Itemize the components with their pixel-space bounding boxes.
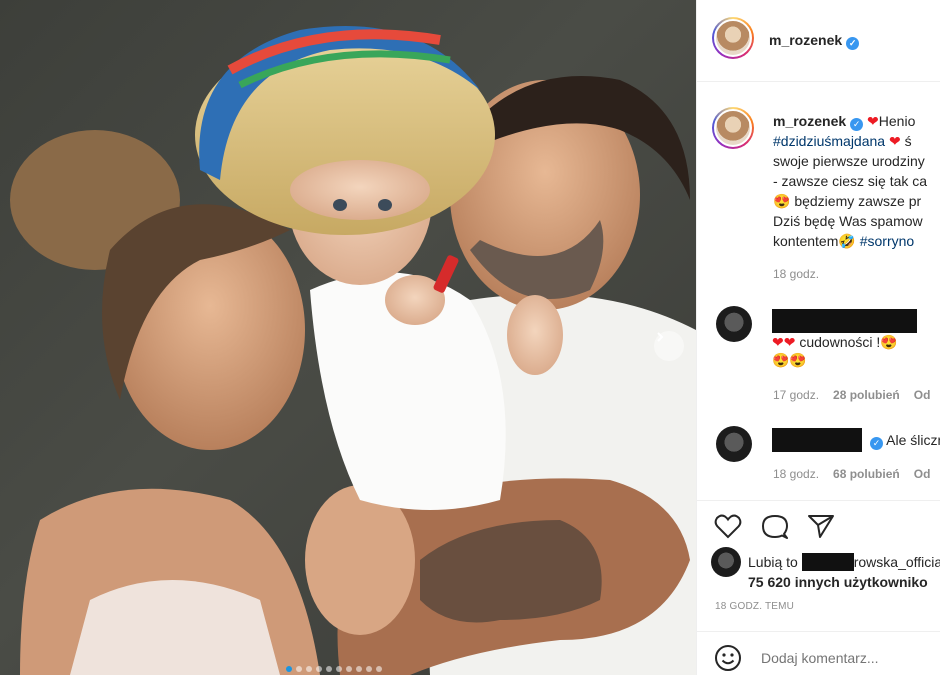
comment-meta: 18 godz. 68 polubień Od <box>773 467 930 481</box>
photo-illustration <box>10 26 696 675</box>
header-divider <box>697 81 940 82</box>
redacted-username <box>772 309 917 333</box>
carousel-dot <box>306 666 312 672</box>
post-caption: m_rozenek ✓ ❤Henio #dzidziuśmajdana ❤ ś s… <box>773 111 940 251</box>
liker-avatar[interactable] <box>711 547 741 577</box>
carousel-dot <box>326 666 332 672</box>
comment-emojis: 😍😍 <box>772 352 807 368</box>
heart-outline-icon[interactable] <box>714 513 742 539</box>
commenter-avatar[interactable] <box>716 426 752 462</box>
likes-count[interactable]: 75 620 innych użytkowniko <box>748 574 928 590</box>
post-photo[interactable] <box>0 0 696 675</box>
carousel-dot <box>376 666 382 672</box>
paper-plane-icon[interactable] <box>807 513 835 539</box>
comment-divider <box>697 631 940 632</box>
post-timestamp[interactable]: 18 GODZ. TEMU <box>715 601 794 612</box>
likes-prefix: Lubią to <box>748 554 798 570</box>
laughing-emoji-icon: 🤣 <box>838 233 856 249</box>
caption-line: kontentem <box>773 233 839 249</box>
carousel-dot <box>366 666 372 672</box>
comment-bubble-icon[interactable] <box>761 513 789 541</box>
carousel-dot <box>336 666 342 672</box>
heart-eyes-emoji-icon: 😍 <box>773 193 791 209</box>
caption-line: - zawsze ciesz się tak ca <box>773 173 928 189</box>
carousel-dot <box>296 666 302 672</box>
red-heart-emoji-icon: ❤❤ <box>772 334 796 350</box>
caption-line: ś <box>904 133 912 149</box>
caption-line: swoje pierwsze urodziny <box>773 153 925 169</box>
verified-badge-icon: ✓ <box>870 437 883 450</box>
caption-line: Dziś będę Was spamow <box>773 213 923 229</box>
comment-body: Ale śliczn <box>886 432 940 448</box>
redacted-username <box>772 428 862 452</box>
comment-likes[interactable]: 28 polubień <box>833 388 900 402</box>
likes-user[interactable]: rowska_official i <box>854 554 940 570</box>
comment-time[interactable]: 17 godz. <box>773 388 819 402</box>
carousel-dot <box>316 666 322 672</box>
post-header: m_rozenek ✓ <box>769 32 860 50</box>
author-avatar[interactable] <box>712 17 754 59</box>
caption-line: Henio <box>878 113 916 129</box>
heart-eyes-emoji-icon: 😍 <box>880 334 898 350</box>
comment-body: cudowności ! <box>799 334 881 350</box>
caption-avatar[interactable] <box>712 107 754 149</box>
comment-text: ❤❤ cudowności !😍 <box>772 334 898 351</box>
carousel-indicator <box>286 666 382 672</box>
carousel-dot <box>346 666 352 672</box>
carousel-dot <box>286 666 292 672</box>
carousel-next-button[interactable] <box>654 331 684 361</box>
comment-reply-button[interactable]: Od <box>914 388 931 402</box>
redacted-username <box>801 553 854 571</box>
actions-divider <box>697 500 940 501</box>
caption-line: będziemy zawsze pr <box>794 193 922 209</box>
comment-reply-button[interactable]: Od <box>914 467 931 481</box>
commenter-avatar[interactable] <box>716 306 752 342</box>
chevron-right-icon <box>657 332 664 342</box>
likes-summary: Lubią to rowska_official i 75 620 innych… <box>748 552 940 592</box>
verified-badge-icon: ✓ <box>850 118 864 131</box>
comment-text: ✓ Ale śliczn <box>866 432 940 450</box>
author-username[interactable]: m_rozenek <box>769 32 842 48</box>
red-heart-emoji-icon: ❤ <box>867 113 879 129</box>
caption-time[interactable]: 18 godz. <box>773 267 819 281</box>
add-comment-input[interactable] <box>761 650 931 666</box>
hashtag-link[interactable]: #sorryno <box>860 233 914 249</box>
verified-badge-icon: ✓ <box>846 37 860 50</box>
comment-likes[interactable]: 68 polubień <box>833 467 900 481</box>
caption-username[interactable]: m_rozenek <box>773 113 846 129</box>
carousel-dot <box>356 666 362 672</box>
comment-time[interactable]: 18 godz. <box>773 467 819 481</box>
comment-meta: 17 godz. 28 polubień Od <box>773 388 930 402</box>
smiley-icon[interactable] <box>714 644 742 672</box>
red-heart-emoji-icon: ❤ <box>888 133 901 149</box>
hashtag-link[interactable]: #dzidziuśmajdana <box>773 133 885 149</box>
